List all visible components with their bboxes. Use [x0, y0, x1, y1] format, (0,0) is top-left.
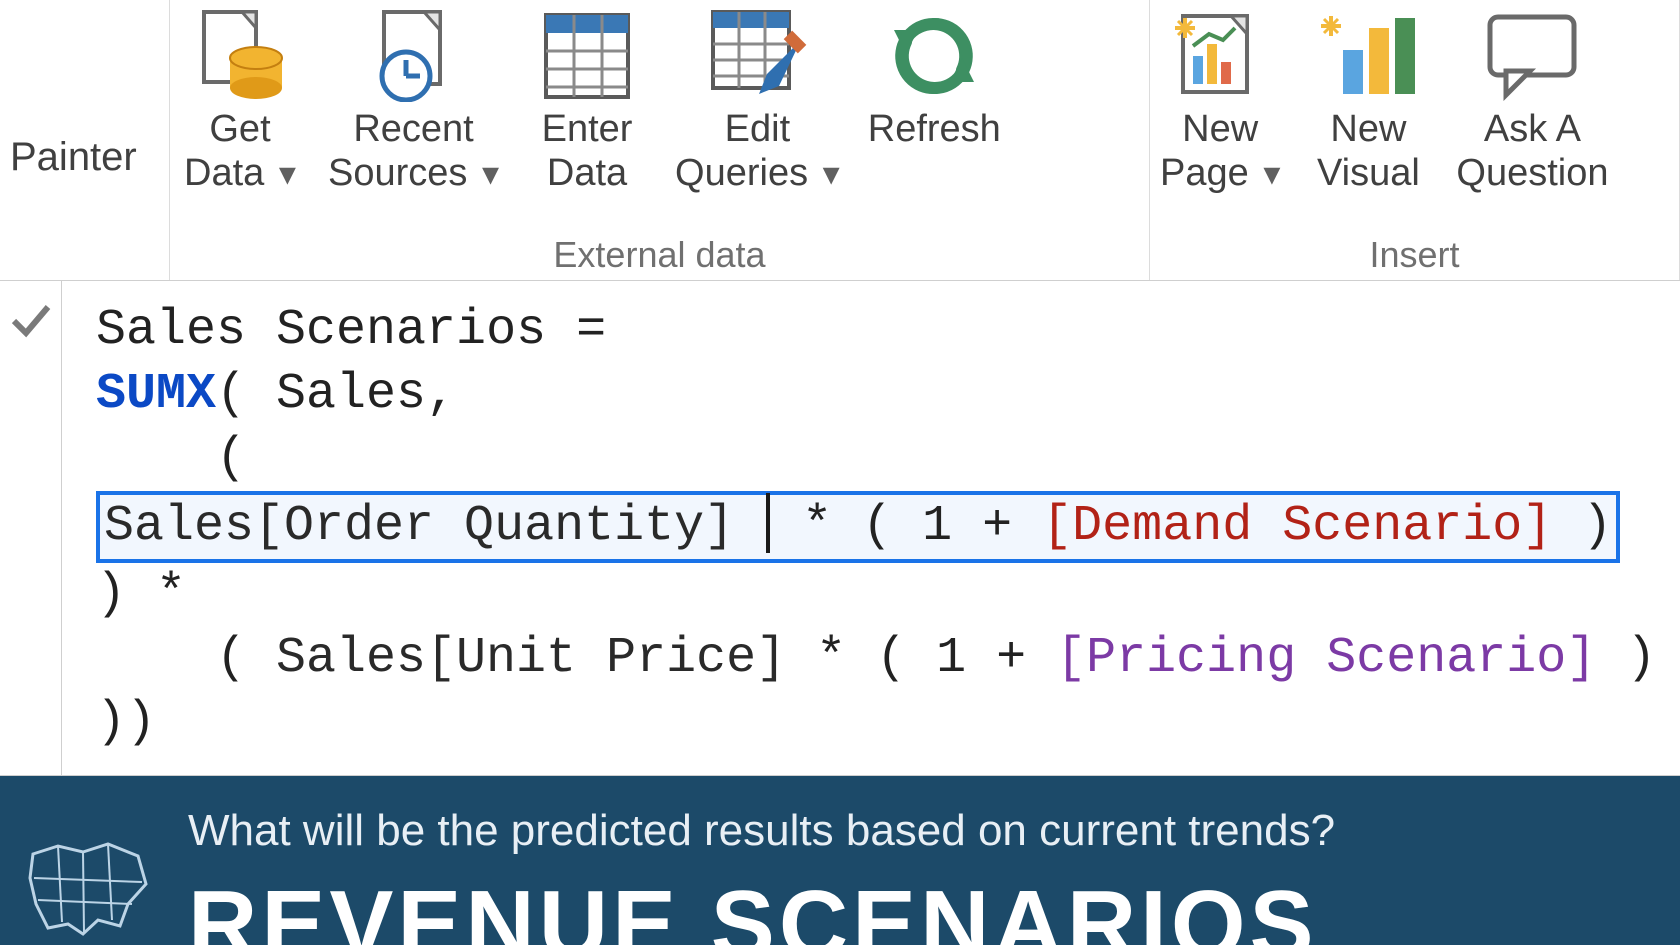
- ask-a-question-button[interactable]: Ask A Question: [1456, 0, 1608, 195]
- formula-line-2: SUMX( Sales,: [96, 363, 1660, 427]
- formula-selection-highlight: Sales[Order Quantity] * ( 1 + [Demand Sc…: [96, 491, 1620, 563]
- ribbon-group-external-data: Get Data ▾ Recent Sources ▾: [170, 0, 1150, 280]
- report-subtitle: What will be the predicted results based…: [188, 806, 1335, 856]
- edit-queries-icon: [697, 6, 817, 106]
- recent-sources-button[interactable]: Recent Sources ▾: [328, 0, 499, 195]
- formula-line-1: Sales Scenarios =: [96, 299, 1660, 363]
- group-label-external-data: External data: [180, 234, 1139, 276]
- edit-queries-button[interactable]: Edit Queries ▾: [675, 0, 840, 195]
- new-page-button[interactable]: New Page ▾: [1160, 0, 1280, 195]
- get-data-icon: [180, 6, 300, 106]
- report-title-banner: What will be the predicted results based…: [0, 776, 1680, 945]
- get-data-button[interactable]: Get Data ▾: [180, 0, 300, 195]
- get-data-label: Get Data ▾: [184, 108, 296, 195]
- formula-bar: Sales Scenarios = SUMX( Sales, ( Sales[O…: [0, 280, 1680, 776]
- enter-data-button[interactable]: Enter Data: [527, 0, 647, 195]
- ribbon: Painter Get Data ▾: [0, 0, 1680, 280]
- dropdown-caret-icon: ▾: [823, 155, 840, 193]
- ask-a-question-icon: [1472, 6, 1592, 106]
- dropdown-caret-icon: ▾: [1263, 155, 1280, 193]
- format-painter-fragment: Painter: [0, 0, 170, 280]
- recent-sources-icon: [354, 6, 474, 106]
- text-cursor: [766, 493, 770, 553]
- refresh-button[interactable]: Refresh: [868, 0, 1001, 152]
- refresh-label: Refresh: [868, 108, 1001, 152]
- new-visual-button[interactable]: New Visual: [1308, 0, 1428, 195]
- new-page-icon: [1160, 6, 1280, 106]
- report-canvas[interactable]: What will be the predicted results based…: [0, 776, 1680, 945]
- new-page-label: New Page ▾: [1160, 108, 1280, 195]
- format-painter-label: Painter: [10, 135, 159, 180]
- refresh-icon: [874, 6, 994, 106]
- edit-queries-label: Edit Queries ▾: [675, 108, 840, 195]
- enter-data-label: Enter Data: [542, 108, 633, 195]
- formula-line-4: ( Sales[Unit Price] * ( 1 + [Pricing Sce…: [96, 627, 1660, 755]
- group-label-insert: Insert: [1160, 234, 1669, 276]
- formula-line-3: ( Sales[Order Quantity] * ( 1 + [Demand …: [96, 427, 1660, 627]
- dropdown-caret-icon: ▾: [482, 155, 499, 193]
- enter-data-icon: [527, 6, 647, 106]
- usa-map-icon: [28, 834, 148, 945]
- dropdown-caret-icon: ▾: [279, 155, 296, 193]
- ask-a-question-label: Ask A Question: [1456, 108, 1608, 195]
- formula-commit-button[interactable]: [0, 281, 62, 775]
- recent-sources-label: Recent Sources ▾: [328, 108, 499, 195]
- ribbon-group-insert: New Page ▾ N: [1150, 0, 1680, 280]
- new-visual-icon: [1308, 6, 1428, 106]
- report-title: REVENUE SCENARIOS: [188, 870, 1335, 945]
- formula-editor[interactable]: Sales Scenarios = SUMX( Sales, ( Sales[O…: [62, 281, 1680, 775]
- new-visual-label: New Visual: [1317, 108, 1420, 195]
